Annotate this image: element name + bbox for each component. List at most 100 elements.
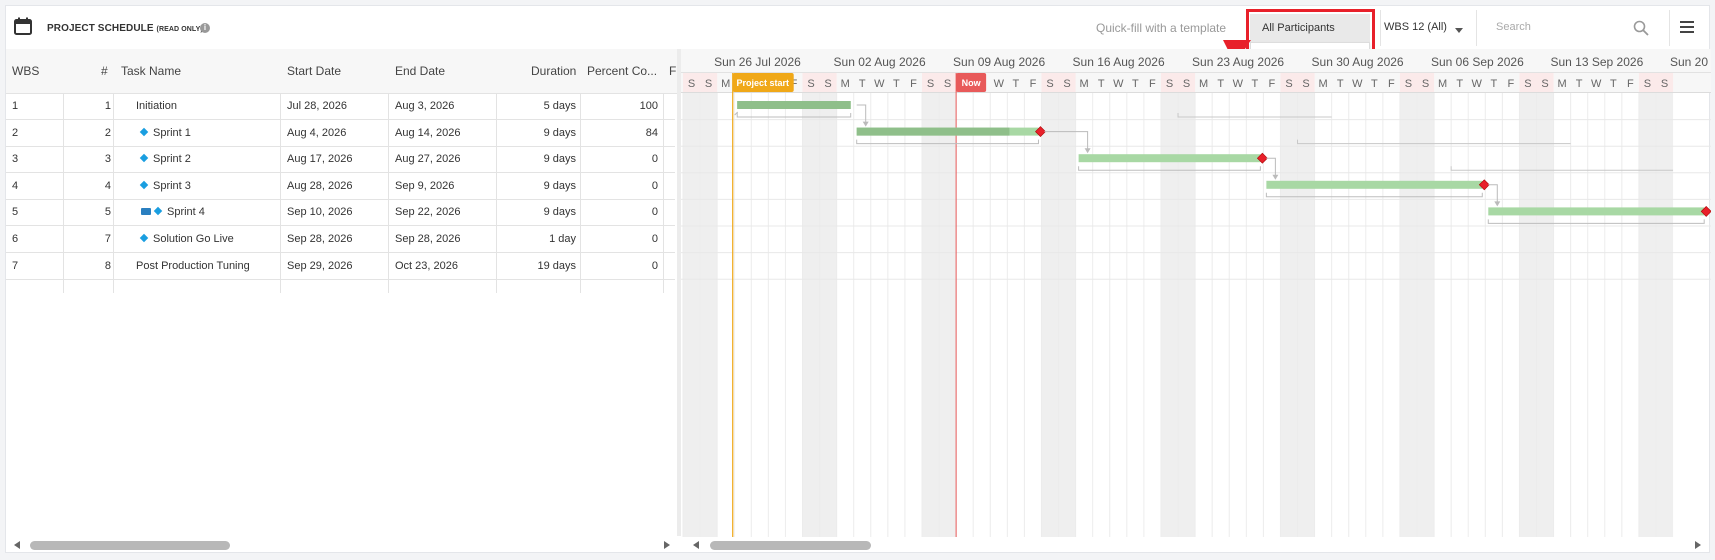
day-letter: S [1644, 78, 1651, 90]
column-divider [388, 93, 389, 293]
day-letter: W [994, 78, 1005, 90]
scroll-right-arrow-icon[interactable] [1695, 541, 1701, 549]
weekend-column [1297, 93, 1315, 537]
day-letter: W [874, 78, 885, 90]
toolbar-divider [1476, 10, 1477, 46]
table-row[interactable]: 4 4 Sprint 3 Aug 28, 2026 Sep 9, 2026 9 days 0 [6, 173, 675, 200]
cell-task-name[interactable]: Sprint 2 [139, 153, 191, 165]
cell-wbs: 1 [12, 100, 19, 112]
column-header-duration[interactable]: Duration [531, 64, 576, 78]
day-letter: M [1558, 78, 1567, 90]
scroll-right-arrow-icon[interactable] [664, 541, 670, 549]
day-letter: M [1080, 78, 1089, 90]
milestone-diamond-icon [139, 153, 149, 163]
cell-task-name[interactable]: Initiation [136, 100, 177, 112]
hamburger-menu-icon[interactable] [1680, 21, 1694, 33]
task-bar[interactable] [1266, 180, 1483, 189]
day-letter: T [893, 78, 900, 90]
week-label: Sun 30 Aug 2026 [1312, 55, 1404, 69]
cell-end-date: Aug 14, 2026 [395, 126, 461, 139]
gantt-chart: Sun 26 Jul 2026 Sun 02 Aug 2026 Sun 09 Aug… [681, 49, 1711, 537]
milestone-diamond-icon [139, 180, 149, 190]
cell-percent-complete: 100 [639, 100, 658, 112]
table-row[interactable]: 7 8 Post Production Tuning Sep 29, 2026 Oct … [6, 253, 675, 280]
grid-scrollbar[interactable] [6, 538, 679, 550]
cell-number: 1 [104, 100, 111, 112]
day-letter: F [1030, 78, 1037, 90]
week-label: Sun 13 Sep 2026 [1551, 55, 1644, 69]
cell-task-name[interactable]: Solution Go Live [139, 233, 234, 245]
day-letter: W [1352, 78, 1363, 90]
task-bar-progress [856, 127, 1010, 136]
scroll-left-arrow-icon[interactable] [693, 541, 699, 549]
cell-end-date: Sep 28, 2026 [395, 233, 461, 245]
day-letter: S [705, 78, 712, 90]
cell-number: 8 [104, 259, 111, 272]
column-divider [496, 93, 497, 293]
truck-icon [141, 208, 151, 216]
task-bar[interactable] [1488, 207, 1705, 216]
column-header-wbs[interactable]: WBS [12, 64, 39, 78]
week-label: Sun 09 Aug 2026 [953, 55, 1045, 69]
day-letter: T [1337, 78, 1344, 90]
cell-duration: 9 days [543, 179, 576, 192]
cell-wbs: 3 [12, 153, 19, 166]
cell-percent-complete: 0 [651, 153, 658, 166]
column-divider [663, 93, 664, 293]
cell-end-date: Aug 3, 2026 [395, 100, 455, 112]
task-name-text: Solution Go Live [153, 233, 234, 245]
weekend-column [1399, 93, 1418, 537]
table-row[interactable]: 3 3 Sprint 2 Aug 17, 2026 Aug 27, 2026 9 days… [6, 146, 675, 174]
chevron-down-icon[interactable] [1455, 28, 1463, 33]
table-row[interactable]: 2 2 Sprint 1 Aug 4, 2026 Aug 14, 2026 9 days 8… [6, 120, 675, 147]
day-letter: S [927, 78, 934, 90]
week-label: Sun 16 Aug 2026 [1073, 55, 1165, 69]
gantt-scroll-thumb[interactable] [710, 541, 871, 550]
wbs-select[interactable]: WBS 12 (All) [1384, 21, 1447, 33]
day-letter: S [1063, 78, 1070, 90]
cell-start-date: Sep 28, 2026 [287, 233, 353, 245]
column-header-end-date[interactable]: End Date [395, 64, 445, 78]
calendar-icon[interactable] [14, 17, 32, 35]
column-header-task-name[interactable]: Task Name [121, 64, 181, 78]
cell-wbs: 2 [12, 126, 19, 139]
weekend-column [1041, 93, 1059, 537]
day-letter: T [1217, 78, 1224, 90]
read-only-label: (READ ONLY) [156, 26, 203, 33]
milestone-diamond-icon [153, 207, 163, 216]
day-letter: M [1199, 78, 1208, 90]
task-name-text: Sprint 1 [153, 126, 191, 139]
cell-wbs: 4 [12, 179, 19, 192]
quickfill-template-link[interactable]: Quick-fill with a template [1096, 21, 1226, 35]
column-header-start-date[interactable]: Start Date [287, 64, 341, 78]
cell-number: 2 [104, 126, 111, 139]
column-header-f[interactable]: F [669, 64, 676, 78]
table-row[interactable]: 1 1 Initiation Jul 28, 2026 Aug 3, 2026 5 day… [6, 93, 675, 120]
cell-task-name[interactable]: Sprint 1 [139, 126, 191, 139]
column-header-number[interactable]: # [101, 64, 108, 78]
gantt-scrollbar[interactable] [681, 538, 1711, 550]
cell-end-date: Sep 9, 2026 [395, 179, 455, 192]
info-icon[interactable]: i [200, 23, 210, 33]
cell-task-name[interactable]: Post Production Tuning [136, 260, 250, 272]
weekend-column [683, 93, 701, 537]
table-row[interactable]: 5 5 Sprint 4 Sep 10, 2026 Sep 22, 2026 9 days… [6, 199, 675, 227]
toolbar-divider [1669, 10, 1670, 46]
search-icon[interactable] [1633, 20, 1649, 36]
table-row[interactable]: 6 7 Solution Go Live Sep 28, 2026 Sep 28, 20… [6, 226, 675, 253]
day-letter: S [1183, 78, 1190, 90]
column-header-percent-complete[interactable]: Percent Co... [587, 64, 657, 78]
task-bar[interactable] [1078, 154, 1261, 163]
cell-task-name[interactable]: Sprint 4 [141, 206, 205, 218]
day-letter: T [1456, 78, 1463, 90]
cell-number: 4 [104, 179, 111, 192]
grid-scroll-thumb[interactable] [30, 541, 230, 550]
day-letter: F [1149, 78, 1156, 90]
page-title: PROJECT SCHEDULE (READ ONLY) [47, 23, 203, 34]
week-label: Sun 06 Sep 2026 [1431, 55, 1524, 69]
cell-task-name[interactable]: Sprint 3 [139, 180, 191, 192]
cell-start-date: Aug 28, 2026 [287, 179, 353, 192]
scroll-left-arrow-icon[interactable] [14, 541, 20, 549]
day-letter: S [824, 78, 831, 90]
cell-duration: 1 day [549, 233, 576, 245]
